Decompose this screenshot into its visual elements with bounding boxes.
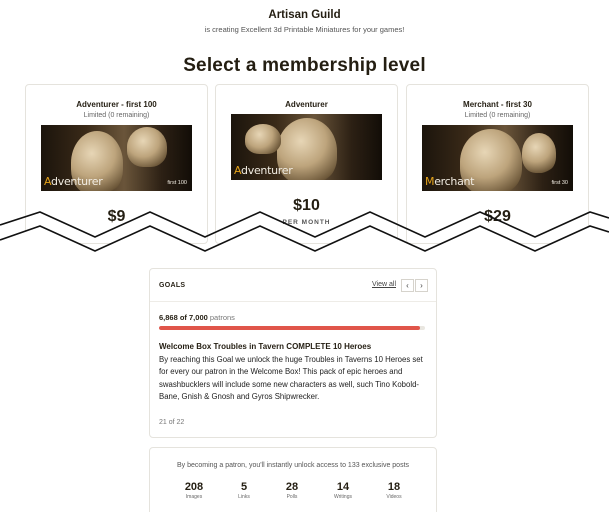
banner-tag: first 100 bbox=[167, 180, 187, 186]
goal-description: By reaching this Goal we unlock the huge… bbox=[159, 355, 423, 402]
tier-limited-note: Limited (0 remaining) bbox=[464, 112, 531, 119]
creator-tagline: is creating Excellent 3d Printable Minia… bbox=[204, 25, 405, 34]
tier-name: Adventurer - first 100 bbox=[76, 100, 157, 109]
tier-banner-image: Adventurer bbox=[231, 114, 382, 180]
tier-name: Merchant - first 30 bbox=[463, 100, 532, 109]
goal-progress-bar bbox=[159, 326, 425, 330]
torn-edge-divider bbox=[0, 211, 609, 267]
exclusive-posts-card: By becoming a patron, you'll instantly u… bbox=[149, 447, 437, 512]
chevron-left-icon: ‹ bbox=[406, 281, 409, 290]
goal-pagination: 21 of 22 bbox=[159, 419, 185, 426]
tier-banner-image: Merchant first 30 bbox=[422, 125, 573, 191]
goals-title: GOALS bbox=[159, 282, 186, 289]
tier-name: Adventurer bbox=[285, 100, 328, 109]
goal-title: Welcome Box Troubles in Tavern COMPLETE … bbox=[159, 342, 372, 351]
miniature-weapon bbox=[127, 127, 167, 167]
prev-goal-button[interactable]: ‹ bbox=[401, 279, 414, 292]
chevron-right-icon: › bbox=[420, 281, 423, 290]
membership-section-title: Select a membership level bbox=[183, 55, 426, 76]
exclusive-posts-intro: By becoming a patron, you'll instantly u… bbox=[176, 462, 410, 469]
creator-name: Artisan Guild bbox=[268, 9, 341, 21]
banner-brand: Adventurer bbox=[234, 164, 293, 177]
next-goal-button[interactable]: › bbox=[415, 279, 428, 292]
goals-header: GOALS View all ‹ › bbox=[150, 269, 436, 302]
miniature-weapon bbox=[522, 133, 556, 173]
banner-brand: Adventurer bbox=[44, 175, 103, 188]
banner-brand: Merchant bbox=[425, 175, 475, 188]
goals-card: GOALS View all ‹ › 6,868 of 7,000 patron… bbox=[149, 268, 437, 438]
goal-progress-count: 6,868 of 7,000 patrons bbox=[159, 313, 235, 322]
goal-progress-fill bbox=[159, 326, 420, 330]
banner-tag: first 30 bbox=[551, 180, 568, 186]
view-all-link[interactable]: View all bbox=[372, 281, 396, 288]
tier-limited-note: Limited (0 remaining) bbox=[83, 112, 150, 119]
tier-banner-image: Adventurer first 100 bbox=[41, 125, 192, 191]
stat-videos: 18 Videos bbox=[386, 481, 402, 500]
miniature-weapon bbox=[245, 124, 281, 154]
